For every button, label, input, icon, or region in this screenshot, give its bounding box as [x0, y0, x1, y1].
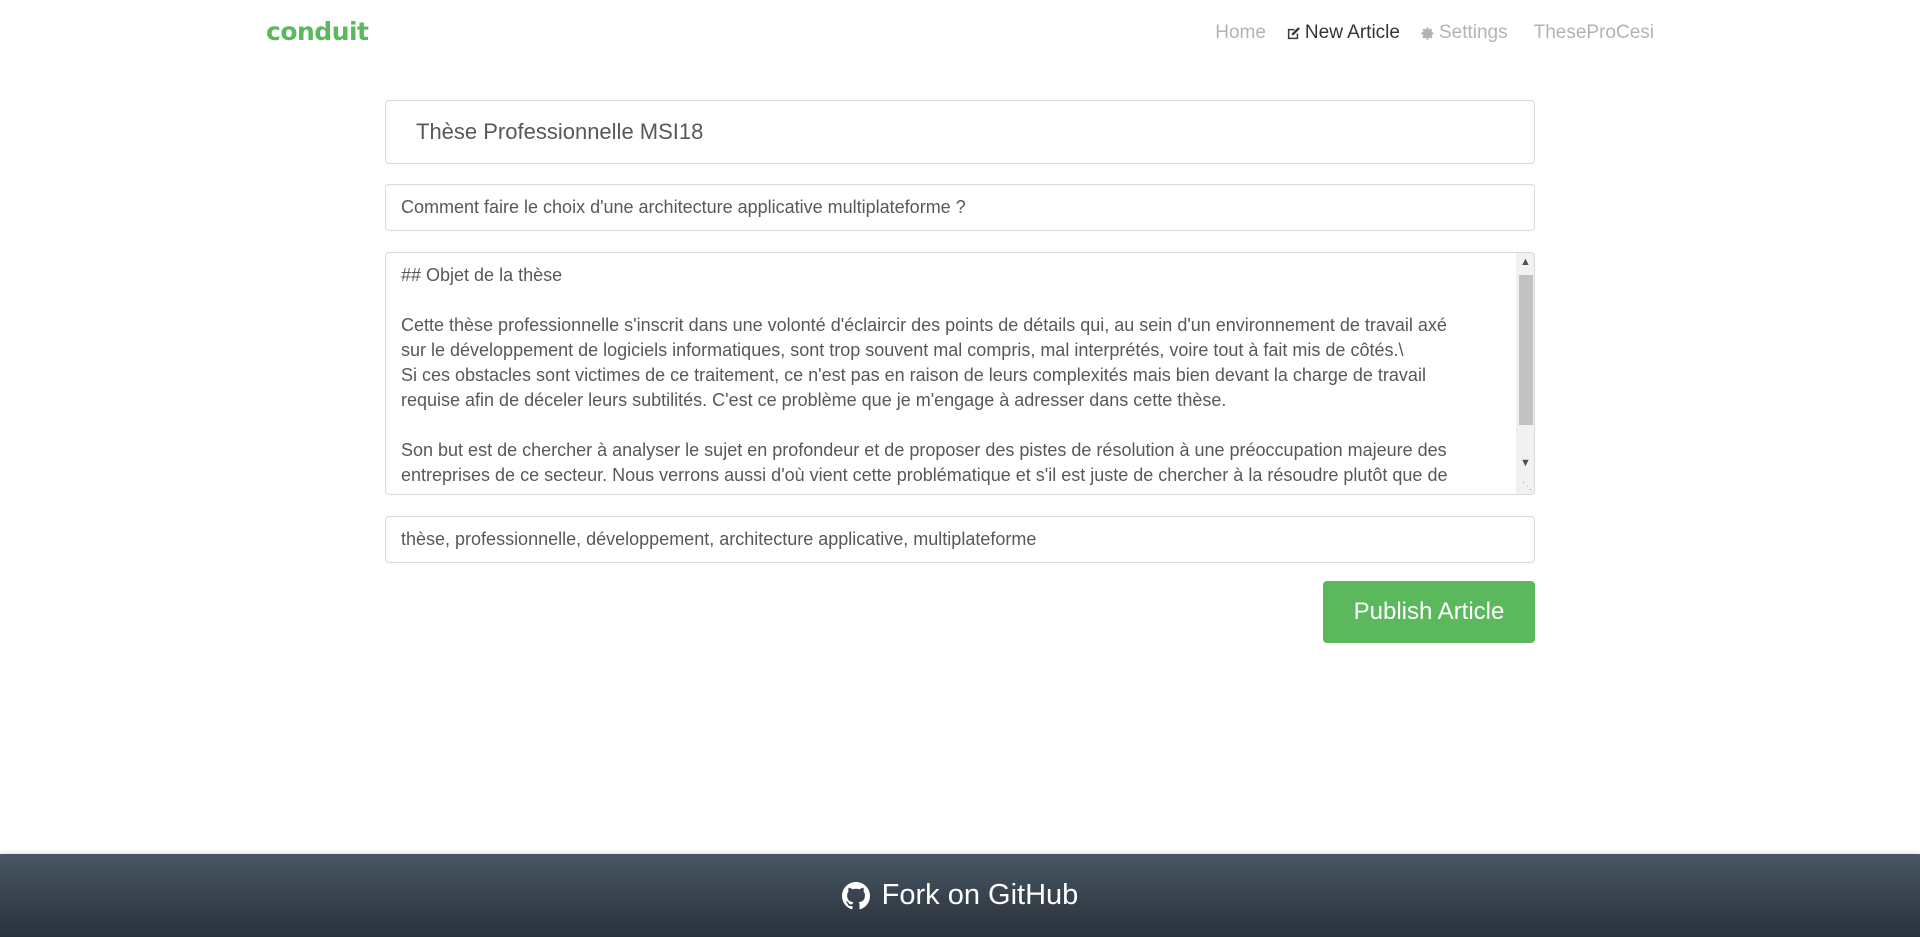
body-line: Son but est de chercher à analyser le su…: [401, 440, 1447, 460]
article-description-value: Comment faire le choix d'une architectur…: [401, 197, 966, 217]
nav-new-article[interactable]: New Article: [1276, 22, 1410, 44]
resize-grip-icon[interactable]: ⋱: [1522, 482, 1532, 492]
fork-on-github-label: Fork on GitHub: [881, 879, 1079, 911]
brand-logo[interactable]: conduit: [266, 17, 369, 46]
article-body-textarea[interactable]: ## Objet de la thèse Cette thèse profess…: [385, 252, 1535, 495]
article-title-value: Thèse Professionnelle MSI18: [416, 119, 704, 144]
scrollbar-thumb[interactable]: [1519, 275, 1533, 425]
article-editor: Thèse Professionnelle MSI18 Comment fair…: [385, 100, 1535, 643]
body-line: requise afin de déceler leurs subtilités…: [401, 390, 1227, 410]
nav-settings-label: Settings: [1438, 22, 1508, 43]
body-line: entreprises de ce secteur. Nous verrons …: [401, 465, 1448, 485]
body-line: Cette thèse professionnelle s'inscrit da…: [401, 315, 1447, 335]
gear-icon: [1420, 26, 1435, 41]
body-line: sur le développement de logiciels inform…: [401, 340, 1404, 360]
nav-links: Home New Article Settings TheseProCesi: [1205, 22, 1654, 44]
footer: Fork on GitHub: [0, 854, 1920, 937]
nav-new-article-label: New Article: [1304, 22, 1400, 43]
edit-icon: [1286, 26, 1301, 41]
nav-profile[interactable]: TheseProCesi: [1518, 22, 1654, 44]
github-icon: [841, 881, 870, 910]
nav-home[interactable]: Home: [1205, 22, 1276, 44]
publish-article-button[interactable]: Publish Article: [1323, 581, 1535, 643]
nav-settings[interactable]: Settings: [1410, 22, 1518, 44]
scroll-up-arrow-icon[interactable]: ▲: [1517, 253, 1534, 271]
body-line: ## Objet de la thèse: [401, 265, 563, 285]
textarea-scrollbar[interactable]: ▲ ▼: [1516, 253, 1534, 494]
fork-on-github-link[interactable]: Fork on GitHub: [841, 879, 1079, 912]
body-line: [401, 413, 1486, 438]
article-description-input[interactable]: Comment faire le choix d'une architectur…: [385, 184, 1535, 231]
article-title-input[interactable]: Thèse Professionnelle MSI18: [385, 100, 1535, 164]
article-tags-input[interactable]: thèse, professionnelle, développement, a…: [385, 516, 1535, 563]
scroll-down-arrow-icon[interactable]: ▼: [1517, 454, 1534, 472]
body-line: [401, 288, 1486, 313]
body-line: Si ces obstacles sont victimes de ce tra…: [401, 365, 1426, 385]
article-tags-value: thèse, professionnelle, développement, a…: [401, 529, 1037, 549]
navbar: conduit Home New Article Settings TheseP…: [0, 0, 1920, 68]
